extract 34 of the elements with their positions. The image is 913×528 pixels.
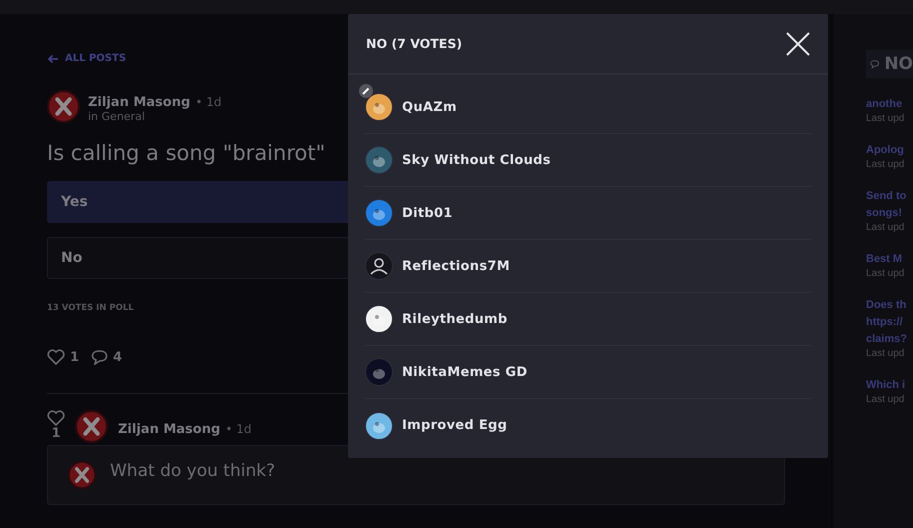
last-updated: Last upd (866, 113, 904, 124)
comment-icon[interactable] (91, 349, 108, 365)
like-count: 1 (70, 350, 80, 364)
voter-name[interactable]: Reflections7M (402, 258, 510, 274)
post-title: Is calling a song "brainrot" (47, 141, 326, 165)
vote-count: 13 VOTES IN POLL (47, 303, 134, 313)
last-updated: Last upd (866, 222, 904, 233)
sidebar-heading: NO (866, 50, 913, 78)
arrow-left-icon (47, 54, 59, 64)
heart-icon[interactable] (47, 410, 65, 426)
last-updated: Last upd (866, 394, 904, 405)
last-updated: Last upd (866, 348, 904, 359)
close-button[interactable] (786, 32, 810, 56)
reply-field[interactable]: What do you think? (108, 460, 412, 482)
voter-name[interactable]: Ditb01 (402, 206, 453, 220)
comment-count: 4 (113, 350, 122, 364)
voter-name[interactable]: Improved Egg (402, 418, 508, 433)
post-age: • 1d (195, 94, 222, 108)
author-name[interactable]: Ziljan Masong (88, 94, 190, 110)
last-updated: Last upd (866, 268, 904, 279)
voter-name[interactable]: QuAZm (402, 100, 457, 114)
like-count: 1 (51, 426, 61, 441)
voter-name[interactable]: NikitaMemes GD (402, 364, 528, 380)
avatar-icon (68, 461, 96, 489)
comment-age: • 1d (225, 422, 252, 436)
avatar-icon (47, 90, 80, 123)
author-name[interactable]: Ziljan Masong (118, 422, 220, 437)
last-updated: Last upd (866, 159, 904, 170)
voter-name[interactable]: Rileythedumb (402, 312, 508, 326)
post-category[interactable]: in General (88, 110, 222, 122)
avatar-icon (75, 410, 108, 443)
heart-icon[interactable] (47, 349, 65, 365)
dialog-title: NO (7 VOTES) (366, 36, 462, 51)
voter-name[interactable]: Sky Without Clouds (402, 152, 551, 168)
